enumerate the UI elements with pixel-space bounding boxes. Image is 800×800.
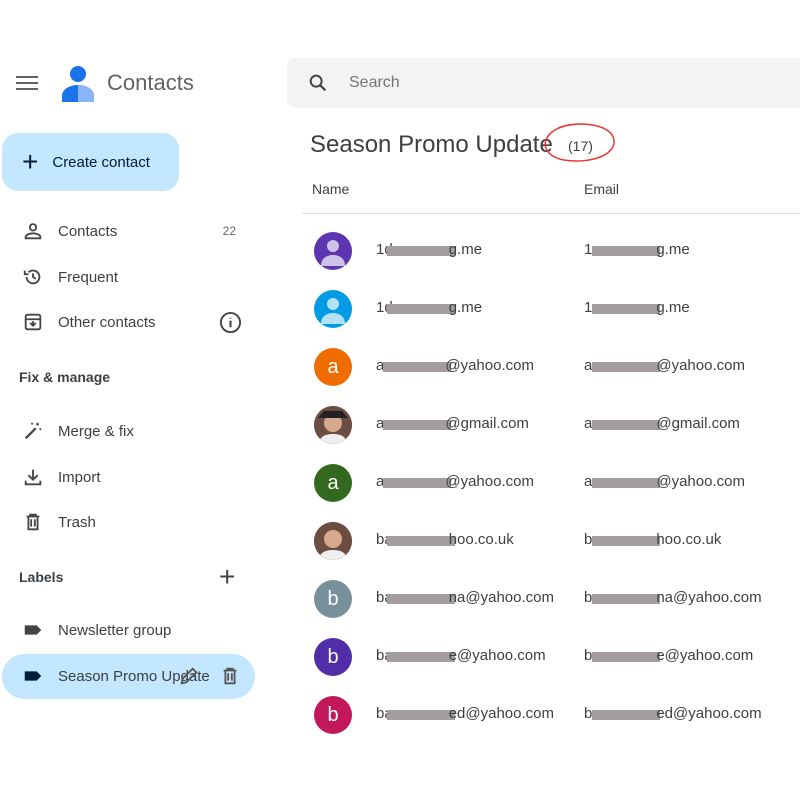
contact-name: ar@yahoo.com bbox=[376, 357, 534, 374]
avatar bbox=[314, 406, 352, 444]
redaction-bar bbox=[592, 419, 661, 430]
avatar: b bbox=[314, 580, 352, 618]
avatar: b bbox=[314, 638, 352, 676]
trash-icon bbox=[26, 513, 40, 531]
redaction-bar bbox=[592, 303, 661, 314]
contact-email: a @yahoo.com bbox=[584, 473, 745, 490]
contact-name: ar@yahoo.com bbox=[376, 473, 534, 490]
redaction-bar bbox=[592, 245, 661, 256]
contact-row[interactable]: ar@gmail.com a@gmail.com bbox=[300, 395, 800, 453]
redaction-bar bbox=[386, 535, 455, 546]
redaction-bar bbox=[383, 361, 452, 372]
avatar: a bbox=[314, 348, 352, 386]
avatar-letter: b bbox=[327, 587, 339, 610]
contact-name: 1d g.me bbox=[376, 241, 483, 258]
inbox-download-icon bbox=[24, 313, 42, 331]
header-divider bbox=[302, 213, 800, 214]
avatar: a bbox=[314, 464, 352, 502]
fix-manage-heading: Fix & manage bbox=[19, 369, 111, 385]
add-label-icon[interactable]: + bbox=[219, 563, 235, 591]
avatar-letter: b bbox=[327, 645, 339, 668]
redaction-bar bbox=[592, 477, 661, 488]
contact-email: a @yahoo.com bbox=[584, 357, 745, 374]
redaction-bar bbox=[592, 593, 661, 604]
avatar-letter: a bbox=[327, 471, 339, 494]
contact-name: ba e@yahoo.com bbox=[376, 647, 546, 664]
contact-name: ba ed@yahoo.com bbox=[376, 705, 554, 722]
contact-email: 1 g.me bbox=[584, 241, 690, 258]
contact-name: ba na@yahoo.com bbox=[376, 589, 554, 606]
contact-row[interactable]: ba hoo.co.uk b hoo.co.uk bbox=[300, 511, 800, 569]
main-menu-button[interactable] bbox=[16, 74, 38, 92]
label-icon bbox=[24, 625, 42, 635]
contact-email: 1 g.me bbox=[584, 299, 690, 316]
contact-email: b na@yahoo.com bbox=[584, 589, 762, 606]
create-contact-button[interactable]: + Create contact bbox=[2, 133, 179, 191]
app-title: Contacts bbox=[107, 70, 194, 95]
column-header-name[interactable]: Name bbox=[312, 181, 349, 197]
avatar bbox=[314, 232, 352, 270]
contact-row[interactable]: b ba na@yahoo.com b na@yahoo.com bbox=[300, 569, 800, 627]
delete-label-icon[interactable] bbox=[219, 665, 241, 687]
red-circle-annotation bbox=[544, 123, 615, 162]
redaction-bar bbox=[386, 709, 455, 720]
page-title: Season Promo Update bbox=[310, 131, 553, 158]
contact-row[interactable]: 1d g.me 1 g.me bbox=[300, 221, 800, 279]
contact-row[interactable]: a ar@yahoo.com a@yahoo.com bbox=[300, 453, 800, 511]
sidebar-item-contacts[interactable]: Contacts 22 bbox=[0, 211, 270, 251]
redaction-bar bbox=[383, 419, 452, 430]
search-icon[interactable] bbox=[307, 72, 329, 94]
search-input[interactable] bbox=[349, 74, 556, 92]
contact-row[interactable]: a ar@yahoo.com a@yahoo.com bbox=[300, 337, 800, 395]
contact-row[interactable]: b ba e@yahoo.com b e@yahoo.com bbox=[300, 627, 800, 685]
contact-row[interactable]: 1d g.me 1 g.me bbox=[300, 279, 800, 337]
contacts-count: 22 bbox=[222, 224, 236, 238]
redaction-bar bbox=[592, 535, 661, 546]
redaction-bar bbox=[386, 593, 455, 604]
search-bar[interactable] bbox=[287, 58, 800, 108]
sidebar-item-merge-fix[interactable]: Merge & fix bbox=[0, 411, 270, 451]
person-icon bbox=[24, 223, 42, 240]
contact-email: a @gmail.com bbox=[584, 415, 740, 432]
edit-pencil-icon[interactable] bbox=[178, 665, 200, 687]
redaction-bar bbox=[592, 651, 661, 662]
contact-name: ar@gmail.com bbox=[376, 415, 529, 432]
redaction-bar bbox=[592, 361, 661, 372]
sidebar-item-trash[interactable]: Trash bbox=[0, 502, 270, 542]
redaction-bar bbox=[386, 303, 455, 314]
avatar bbox=[314, 290, 352, 328]
contact-row[interactable]: b ba ed@yahoo.com b ed@yahoo.com bbox=[300, 685, 800, 743]
contacts-logo-icon bbox=[62, 66, 94, 102]
avatar-letter: b bbox=[327, 703, 339, 726]
contact-email: b hoo.co.uk bbox=[584, 531, 722, 548]
history-icon bbox=[23, 269, 41, 285]
label-icon bbox=[24, 671, 42, 681]
labels-heading: Labels bbox=[19, 569, 64, 585]
magic-wand-icon bbox=[24, 422, 42, 440]
sidebar-item-import[interactable]: Import bbox=[0, 457, 270, 497]
download-icon bbox=[24, 469, 42, 486]
contact-name: 1d g.me bbox=[376, 299, 483, 316]
column-header-email[interactable]: Email bbox=[584, 181, 619, 197]
avatar-letter: a bbox=[327, 355, 339, 378]
contact-email: b ed@yahoo.com bbox=[584, 705, 762, 722]
plus-icon: + bbox=[22, 146, 39, 177]
redaction-bar bbox=[383, 477, 452, 488]
avatar bbox=[314, 522, 352, 560]
avatar: b bbox=[314, 696, 352, 734]
sidebar-item-frequent[interactable]: Frequent bbox=[0, 257, 270, 297]
redaction-bar bbox=[386, 651, 455, 662]
contact-name: ba hoo.co.uk bbox=[376, 531, 514, 548]
redaction-bar bbox=[592, 709, 661, 720]
redaction-bar bbox=[386, 245, 455, 256]
info-icon[interactable] bbox=[219, 311, 242, 334]
label-item-newsletter-group[interactable]: Newsletter group bbox=[0, 610, 270, 650]
contact-email: b e@yahoo.com bbox=[584, 647, 754, 664]
